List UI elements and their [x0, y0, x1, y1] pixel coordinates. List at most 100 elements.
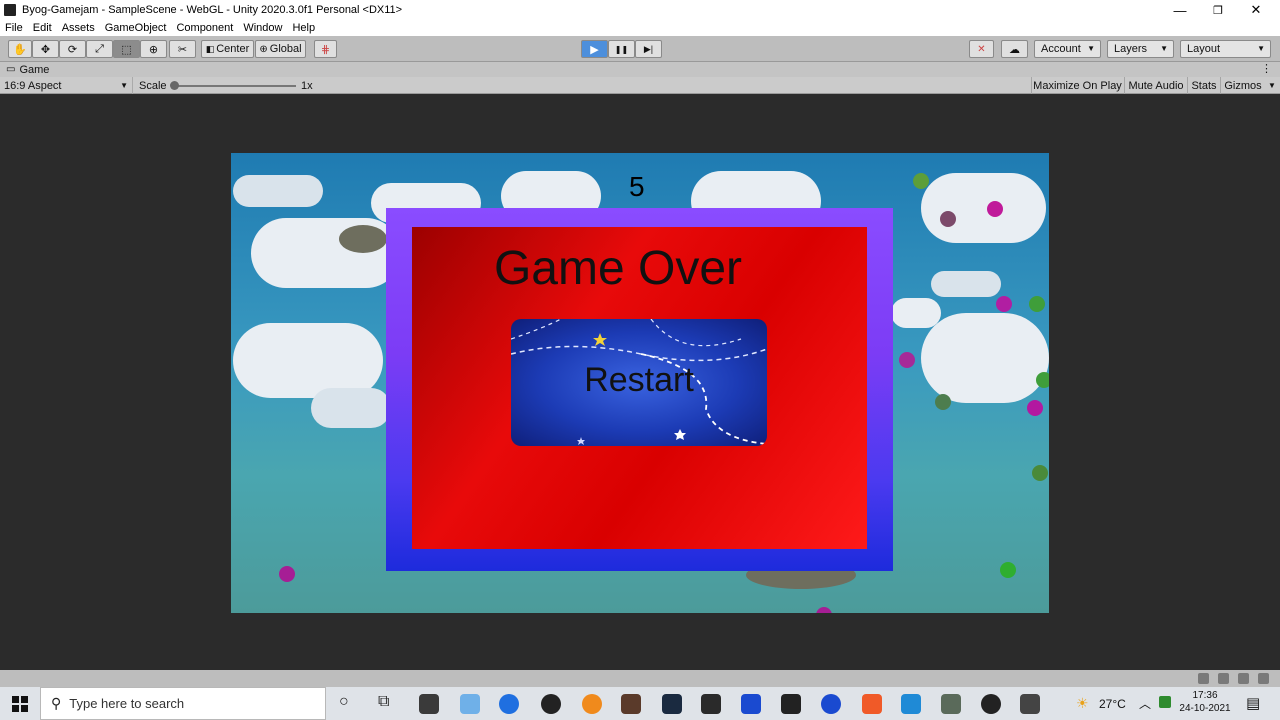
window-title-bar: Byog-Gamejam - SampleScene - WebGL - Uni…: [0, 0, 1280, 20]
cortana-icon[interactable]: ○: [339, 693, 349, 711]
menu-bar: File Edit Assets GameObject Component Wi…: [0, 20, 1280, 36]
taskbar-clock[interactable]: 17:36 24-10-2021: [1175, 689, 1235, 715]
game-app-icon[interactable]: [621, 694, 641, 714]
collectible-dot: [279, 566, 295, 582]
file-manager-icon[interactable]: [460, 694, 480, 714]
step-icon: ▶|: [643, 43, 654, 54]
tray-network-icon[interactable]: [1159, 696, 1171, 708]
step-button[interactable]: ▶|: [635, 40, 662, 58]
score-counter: 5: [629, 171, 645, 202]
start-button[interactable]: [0, 687, 40, 720]
windows-taskbar: ⚲ Type here to search ○ ⧉ ☀ 27°C ︿ 17:36…: [0, 687, 1280, 720]
window-title: Byog-Gamejam - SampleScene - WebGL - Uni…: [22, 4, 403, 16]
menu-gameobject[interactable]: GameObject: [105, 22, 167, 34]
notifications-icon[interactable]: ▤: [1246, 694, 1260, 712]
obs-icon[interactable]: [541, 694, 561, 714]
bug-icon[interactable]: [1198, 673, 1209, 684]
collab-button[interactable]: ✕: [969, 40, 994, 58]
account-dropdown[interactable]: Account ▼: [1034, 40, 1101, 58]
aspect-dropdown[interactable]: 16:9 Aspect ▼: [0, 77, 133, 94]
menu-window[interactable]: Window: [243, 22, 282, 34]
game-viewport[interactable]: 5 Game Over Restart: [231, 153, 1049, 613]
collab-icon: ✕: [977, 43, 986, 55]
cloud: [311, 388, 391, 428]
collectible-dot: [1032, 465, 1048, 481]
transform-tool-button[interactable]: ⊕: [140, 40, 167, 58]
unity-taskbar-icon[interactable]: [781, 694, 801, 714]
menu-file[interactable]: File: [5, 22, 23, 34]
cloud: [921, 173, 1046, 243]
bluetooth-icon[interactable]: [499, 694, 519, 714]
restart-button[interactable]: Restart: [511, 319, 767, 446]
cloud: [931, 271, 1001, 297]
scale-tool-button[interactable]: ⤢: [86, 40, 113, 58]
game-tab[interactable]: ▭ Game ⋮: [0, 62, 1280, 77]
layers-icon[interactable]: [1238, 673, 1249, 684]
search-app-icon[interactable]: [981, 694, 1001, 714]
wrench-icon: ✂: [177, 43, 188, 56]
pivot-mode-button[interactable]: ◧ Center: [201, 40, 254, 58]
snap-button[interactable]: ⋕: [314, 40, 337, 58]
rect-tool-button[interactable]: ⬚: [113, 40, 140, 58]
epic-games-icon[interactable]: [701, 694, 721, 714]
vscode-icon[interactable]: [901, 694, 921, 714]
blender-icon[interactable]: [582, 694, 602, 714]
restart-label: Restart: [584, 361, 694, 399]
custom-tool-button[interactable]: ✂: [169, 40, 196, 58]
lighting-icon[interactable]: [1258, 673, 1269, 684]
collectible-dot: [996, 296, 1012, 312]
play-icon: ▶: [590, 43, 599, 56]
menu-edit[interactable]: Edit: [33, 22, 52, 34]
windows-logo-icon: [12, 695, 28, 712]
scale-slider-thumb[interactable]: [170, 81, 179, 90]
pivot-icon: ◧: [205, 43, 215, 54]
minimize-button[interactable]: —: [1162, 0, 1198, 20]
menu-component[interactable]: Component: [176, 22, 233, 34]
gizmos-chevron-icon[interactable]: ▼: [1268, 81, 1276, 90]
store-icon[interactable]: [419, 694, 439, 714]
move-tool-button[interactable]: ✥: [32, 40, 59, 58]
malwarebytes-icon[interactable]: [741, 694, 761, 714]
tray-chevron-up-icon[interactable]: ︿: [1139, 695, 1151, 712]
pause-button[interactable]: ❚❚: [608, 40, 635, 58]
database-icon[interactable]: [1218, 673, 1229, 684]
rotate-icon: ⟳: [67, 43, 78, 56]
game-view-toolbar: 16:9 Aspect ▼ Scale 1x Maximize On Play …: [0, 77, 1280, 94]
temperature-readout[interactable]: 27°C: [1099, 697, 1126, 711]
gimp-icon[interactable]: [941, 694, 961, 714]
more-options-icon[interactable]: ⋮: [1261, 62, 1272, 75]
cloud: [921, 313, 1049, 403]
cloud-button[interactable]: ☁: [1001, 40, 1028, 58]
scale-slider-track[interactable]: [172, 85, 296, 87]
task-view-icon[interactable]: ⧉: [378, 693, 389, 711]
cloud: [233, 323, 383, 398]
layers-dropdown[interactable]: Layers ▼: [1107, 40, 1174, 58]
unity-hub-icon[interactable]: [1020, 694, 1040, 714]
clock-time: 17:36: [1192, 690, 1218, 701]
maximize-button[interactable]: ❐: [1200, 0, 1236, 20]
gizmos-toggle[interactable]: Gizmos: [1220, 77, 1265, 94]
pivot-rotation-button[interactable]: ⊕ Global: [255, 40, 306, 58]
rotate-tool-button[interactable]: ⟳: [59, 40, 86, 58]
stats-toggle[interactable]: Stats: [1187, 77, 1220, 94]
brave-icon[interactable]: [862, 694, 882, 714]
mute-audio-toggle[interactable]: Mute Audio: [1124, 77, 1187, 94]
collectible-dot: [816, 607, 832, 613]
layout-dropdown[interactable]: Layout ▼: [1180, 40, 1271, 58]
collectible-dot: [913, 173, 929, 189]
taskbar-search-box[interactable]: ⚲ Type here to search: [40, 687, 326, 720]
rect-icon: ⬚: [121, 43, 132, 56]
close-button[interactable]: ✕: [1238, 0, 1274, 20]
menu-assets[interactable]: Assets: [62, 22, 95, 34]
menu-help[interactable]: Help: [292, 22, 315, 34]
weather-icon[interactable]: ☀: [1076, 695, 1089, 712]
maximize-on-play-toggle[interactable]: Maximize On Play: [1031, 77, 1123, 94]
collectible-dot: [899, 352, 915, 368]
headphones-app-icon[interactable]: [821, 694, 841, 714]
hand-icon: ✋: [13, 43, 27, 56]
hand-tool-button[interactable]: ✋: [8, 40, 32, 58]
play-button[interactable]: ▶: [581, 40, 608, 58]
collectible-dot: [1027, 400, 1043, 416]
terminal-app-icon[interactable]: [662, 694, 682, 714]
main-toolbar: ✋ ✥ ⟳ ⤢ ⬚ ⊕ ✂ ◧ Center ⊕ Global ⋕ ▶ ❚❚ ▶…: [0, 36, 1280, 62]
